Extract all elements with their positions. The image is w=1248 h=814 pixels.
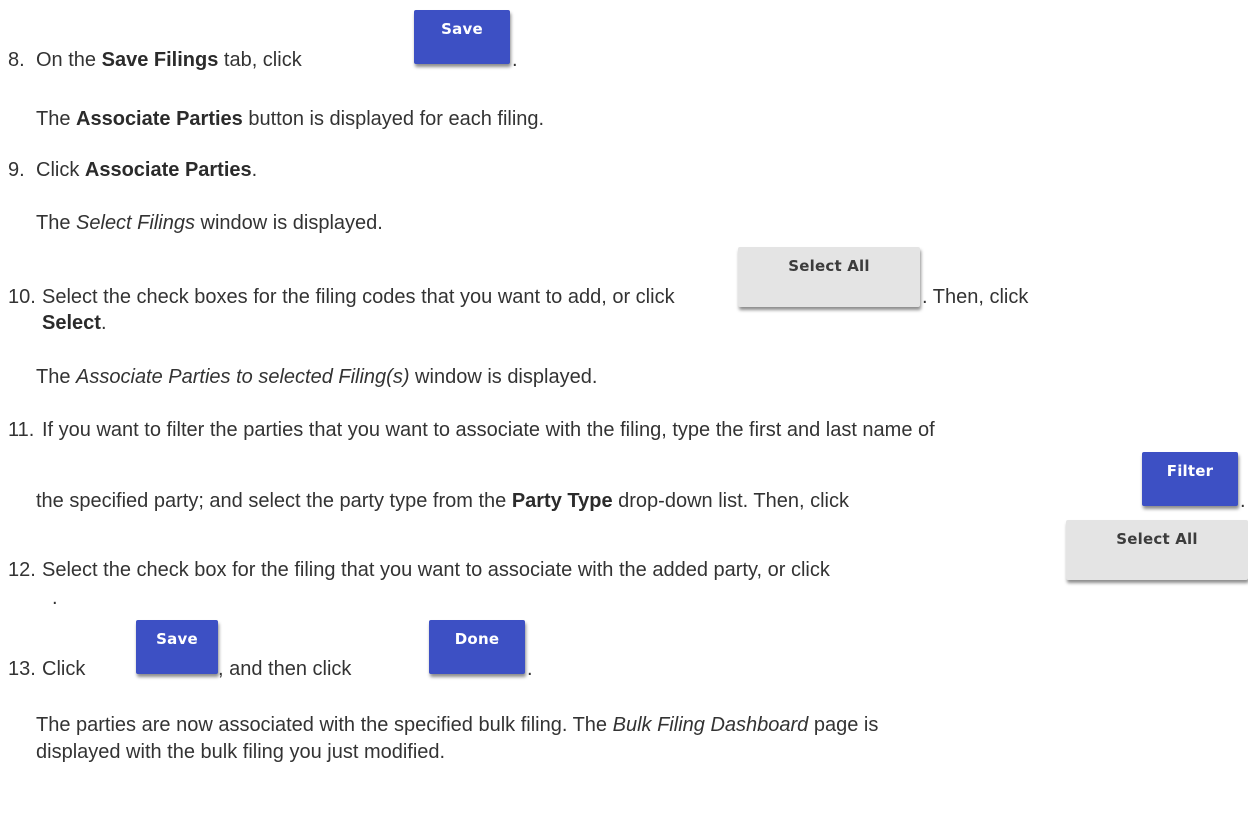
step-13-result-line1: The parties are now associated with the …	[36, 714, 879, 736]
step-11-line1: If you want to filter the parties that y…	[42, 419, 935, 441]
save-button[interactable]: Save	[414, 10, 510, 64]
step-number: 13.	[8, 658, 36, 680]
step-9-text: Click Associate Parties.	[36, 159, 258, 181]
select-all-button-label: Select All	[1116, 530, 1198, 548]
filter-button[interactable]: Filter	[1142, 452, 1238, 506]
select-all-button[interactable]: Select All	[738, 247, 920, 307]
step-13-text: Click	[42, 658, 86, 680]
save-filings-tab-ref: Save Filings	[101, 49, 219, 71]
step-12-text: Select the check box for the filing that…	[42, 559, 830, 581]
step-10-result: The Associate Parties to selected Filing…	[36, 366, 598, 388]
done-button[interactable]: Done	[429, 620, 525, 674]
step-number: 11.	[8, 419, 35, 441]
step-9-result: The Select Filings window is displayed.	[36, 212, 383, 234]
step-10-text: Select the check boxes for the filing co…	[42, 286, 675, 308]
step-8-text: On the Save Filings tab, click	[36, 49, 302, 71]
save-button-label: Save	[441, 20, 483, 38]
step-number: 12.	[8, 559, 36, 581]
save-button-label: Save	[156, 630, 198, 648]
party-type-ref: Party Type	[511, 490, 613, 512]
step-number: 9.	[8, 159, 25, 181]
done-button-label: Done	[454, 630, 500, 648]
step-8-result: The Associate Parties button is displaye…	[36, 108, 545, 130]
filter-button-label: Filter	[1166, 462, 1214, 480]
save-button[interactable]: Save	[136, 620, 218, 674]
select-all-button[interactable]: Select All	[1066, 520, 1248, 580]
step-number: 10.	[8, 286, 36, 308]
step-number: 8.	[8, 49, 25, 71]
select-all-button-label: Select All	[788, 257, 870, 275]
step-11-line2: the specified party; and select the part…	[36, 490, 849, 512]
step-13-result-line2: displayed with the bulk filing you just …	[36, 741, 446, 763]
